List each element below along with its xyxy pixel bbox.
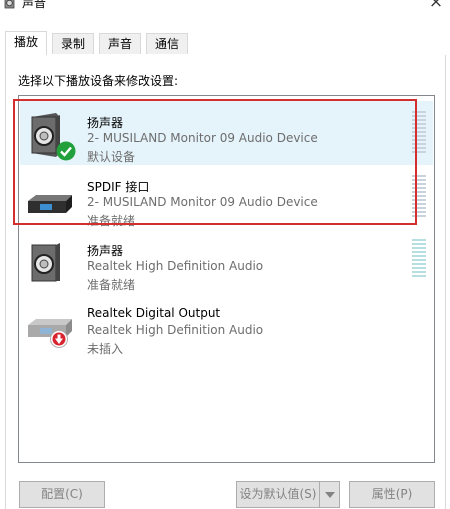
title-bar: 声音 × (0, 0, 450, 14)
device-description: Realtek High Definition Audio (87, 259, 264, 273)
spdif-port-icon (28, 195, 72, 213)
device-list[interactable]: 扬声器 2- MUSILAND Monitor 09 Audio Device … (18, 95, 435, 463)
device-name: 扬声器 (87, 116, 124, 130)
volume-meter (412, 111, 426, 155)
device-status: 准备就绪 (87, 278, 136, 292)
device-item-spdif[interactable]: SPDIF 接口 2- MUSILAND Monitor 09 Audio De… (20, 165, 433, 229)
set-default-button[interactable]: 设为默认值(S) (236, 481, 340, 508)
speaker-icon (4, 0, 15, 9)
configure-button[interactable]: 配置(C) (19, 481, 105, 508)
window-title: 声音 (22, 0, 47, 10)
device-description: 2- MUSILAND Monitor 09 Audio Device (87, 131, 318, 145)
close-button[interactable]: × (428, 0, 444, 11)
red-unplugged-icon (50, 330, 68, 348)
device-item-realtek-digital[interactable]: Realtek Digital Output Realtek High Defi… (20, 293, 433, 357)
device-item-speaker-musiland[interactable]: 扬声器 2- MUSILAND Monitor 09 Audio Device … (20, 101, 433, 165)
device-name: Realtek Digital Output (87, 306, 221, 320)
device-name: SPDIF 接口 (87, 180, 150, 194)
tab-communications[interactable]: 通信 (146, 33, 189, 54)
tab-recording[interactable]: 录制 (52, 33, 95, 54)
chevron-down-icon[interactable] (319, 482, 339, 507)
volume-meter (412, 175, 426, 219)
device-description: 2- MUSILAND Monitor 09 Audio Device (87, 195, 318, 209)
device-status: 准备就绪 (87, 214, 136, 228)
device-status: 默认设备 (87, 150, 136, 164)
device-status: 未插入 (87, 342, 124, 356)
instruction-text: 选择以下播放设备来修改设置: (18, 74, 179, 88)
device-item-speaker-realtek[interactable]: 扬声器 Realtek High Definition Audio 准备就绪 (20, 229, 433, 293)
set-default-label: 设为默认值(S) (239, 487, 317, 501)
tab-sounds[interactable]: 声音 (99, 33, 142, 54)
properties-button[interactable]: 属性(P) (349, 481, 435, 508)
speaker-icon (31, 243, 60, 282)
device-name: 扬声器 (87, 244, 124, 258)
device-description: Realtek High Definition Audio (87, 323, 264, 337)
volume-meter (412, 239, 426, 283)
green-check-icon (56, 141, 76, 161)
tab-playback[interactable]: 播放 (5, 31, 48, 55)
tab-bar: 播放 录制 声音 通信 (5, 31, 445, 55)
